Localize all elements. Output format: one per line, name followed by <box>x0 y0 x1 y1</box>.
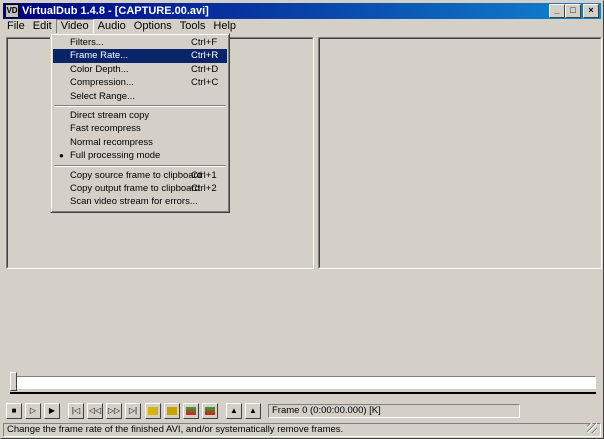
fast-forward-icon: ▷▷ <box>107 406 121 415</box>
output-video-pane <box>318 37 602 269</box>
menu-item-label: Fast recompress <box>70 123 141 135</box>
menu-item-label: Filters... <box>70 37 104 48</box>
previous-frame-button[interactable]: ◁◁ <box>87 403 103 419</box>
go-to-end-button[interactable]: ▷| <box>125 403 141 419</box>
menu-item-select-range[interactable]: Select Range... <box>53 90 227 103</box>
slider-baseline <box>10 392 596 394</box>
menu-item-color-depth[interactable]: Color Depth... Ctrl+D <box>53 63 227 76</box>
menu-item-shortcut: Ctrl+F <box>191 37 218 48</box>
menu-item-filters[interactable]: Filters... Ctrl+F <box>53 36 227 49</box>
menu-item-copy-source-frame[interactable]: Copy source frame to clipboard Ctrl+1 <box>53 169 227 182</box>
menu-item-copy-output-frame[interactable]: Copy output frame to clipboard Ctrl+2 <box>53 182 227 195</box>
menu-item-direct-stream-copy[interactable]: Direct stream copy <box>53 109 227 122</box>
position-slider-track[interactable] <box>10 376 596 389</box>
next-keyframe-icon <box>167 407 177 415</box>
prev-scene-button[interactable] <box>183 403 199 419</box>
menu-item-label: Scan video stream for errors... <box>70 196 198 208</box>
mark-in-icon: ▲ <box>230 406 238 415</box>
menu-item-frame-rate[interactable]: Frame Rate... Ctrl+R <box>53 49 227 63</box>
prev-keyframe-icon <box>148 407 158 415</box>
menu-item-label: Compression... <box>70 77 134 89</box>
menu-bar: File Edit Video Audio Options Tools Help <box>3 19 601 34</box>
skip-start-icon: |◁ <box>71 406 81 415</box>
next-keyframe-button[interactable] <box>164 403 180 419</box>
menu-item-scan-video-stream[interactable]: Scan video stream for errors... <box>53 195 227 208</box>
menu-help[interactable]: Help <box>209 19 240 34</box>
menu-options[interactable]: Options <box>130 19 176 34</box>
menu-item-shortcut: Ctrl+C <box>191 77 219 89</box>
menu-item-fast-recompress[interactable]: Fast recompress <box>53 122 227 135</box>
menu-item-shortcut: Ctrl+R <box>191 50 219 62</box>
menu-tools[interactable]: Tools <box>176 19 210 34</box>
play-output-button[interactable]: ▶ <box>44 403 60 419</box>
play-output-icon: ▶ <box>48 406 56 415</box>
minimize-button[interactable]: _ <box>549 4 565 18</box>
menu-item-shortcut: Ctrl+2 <box>191 182 217 194</box>
rewind-icon: ◁◁ <box>88 406 102 415</box>
menu-item-label: Normal recompress <box>70 136 153 148</box>
stop-icon: ■ <box>11 406 17 415</box>
menu-item-label: Copy output frame to clipboard <box>70 182 200 194</box>
resize-grip-icon[interactable] <box>587 423 597 433</box>
skip-end-icon: ▷| <box>128 406 138 415</box>
status-bar: Change the frame rate of the finished AV… <box>3 423 601 437</box>
play-input-button[interactable]: ▷ <box>25 403 41 419</box>
video-menu-dropdown: Filters... Ctrl+F Frame Rate... Ctrl+R C… <box>50 33 230 213</box>
mark-out-icon: ▲ <box>249 406 257 415</box>
status-text: Change the frame rate of the finished AV… <box>7 424 344 435</box>
menu-item-compression[interactable]: Compression... Ctrl+C <box>53 76 227 89</box>
maximize-button[interactable]: □ <box>565 4 581 18</box>
play-input-icon: ▷ <box>29 406 37 415</box>
menu-item-label: Frame Rate... <box>70 50 129 62</box>
next-frame-button[interactable]: ▷▷ <box>106 403 122 419</box>
menu-item-shortcut: Ctrl+1 <box>191 169 217 181</box>
radio-check-icon: ● <box>59 151 64 161</box>
menu-item-normal-recompress[interactable]: Normal recompress <box>53 136 227 149</box>
next-scene-icon <box>205 407 215 415</box>
menu-item-label: Full processing mode <box>70 150 161 162</box>
virtualdub-window: VD VirtualDub 1.4.8 - [CAPTURE.00.avi] _… <box>0 0 604 439</box>
title-bar[interactable]: VD VirtualDub 1.4.8 - [CAPTURE.00.avi] _… <box>3 3 601 19</box>
menu-edit[interactable]: Edit <box>29 19 56 34</box>
menu-item-shortcut: Ctrl+D <box>191 63 219 75</box>
prev-scene-icon <box>186 407 196 415</box>
stop-button[interactable]: ■ <box>6 403 22 419</box>
menu-audio[interactable]: Audio <box>94 19 130 34</box>
virtualdub-app-icon[interactable]: VD <box>5 4 19 18</box>
go-to-start-button[interactable]: |◁ <box>68 403 84 419</box>
close-button[interactable]: × <box>583 4 599 18</box>
menu-video[interactable]: Video <box>55 19 94 34</box>
mark-in-button[interactable]: ▲ <box>226 403 242 419</box>
position-slider-thumb[interactable] <box>10 372 17 391</box>
menu-item-label: Select Range... <box>70 90 135 102</box>
menu-file[interactable]: File <box>3 19 29 34</box>
menu-item-label: Direct stream copy <box>70 109 150 121</box>
next-scene-button[interactable] <box>202 403 218 419</box>
window-title: VirtualDub 1.4.8 - [CAPTURE.00.avi] <box>22 5 209 17</box>
prev-keyframe-button[interactable] <box>145 403 161 419</box>
menu-item-label: Copy source frame to clipboard <box>70 169 203 181</box>
mark-out-button[interactable]: ▲ <box>245 403 261 419</box>
menu-item-label: Color Depth... <box>70 63 129 75</box>
frame-position-readout: Frame 0 (0:00:00.000) [K] <box>268 404 520 418</box>
menu-item-full-processing-mode[interactable]: ● Full processing mode <box>53 149 227 162</box>
